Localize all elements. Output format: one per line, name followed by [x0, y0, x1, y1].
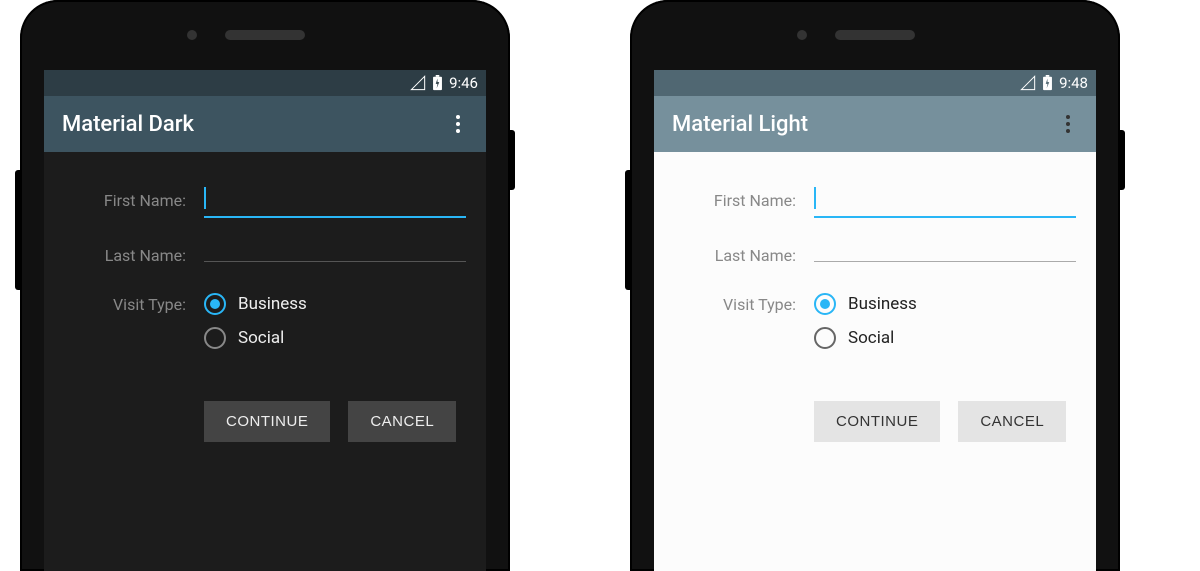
radio-business-label: Business — [238, 294, 307, 314]
visit-type-row: Visit Type: Business Social — [64, 293, 466, 361]
continue-button[interactable]: CONTINUE — [814, 401, 940, 442]
status-bar: 9:46 — [44, 70, 486, 96]
first-name-label: First Name: — [64, 191, 204, 210]
app-bar: Material Light — [654, 96, 1096, 152]
button-row: CONTINUE CANCEL — [674, 401, 1076, 442]
radio-business-label: Business — [848, 294, 917, 314]
first-name-input[interactable] — [814, 182, 1076, 218]
app-title: Material Dark — [62, 112, 194, 137]
last-name-row: Last Name: — [64, 246, 466, 265]
battery-charging-icon — [1042, 75, 1053, 91]
last-name-row: Last Name: — [674, 246, 1076, 265]
app-title: Material Light — [672, 112, 808, 137]
cancel-button[interactable]: CANCEL — [958, 401, 1066, 442]
screen-light: 9:48 Material Light First Name: Last Nam… — [654, 70, 1096, 571]
visit-type-label: Visit Type: — [674, 293, 814, 314]
status-clock: 9:46 — [449, 74, 478, 92]
volume-button — [625, 170, 630, 290]
more-vert-icon[interactable] — [448, 107, 468, 141]
visit-type-radio-group: Business Social — [814, 293, 1076, 361]
radio-social[interactable]: Social — [814, 327, 1076, 349]
radio-unselected-icon — [814, 327, 836, 349]
visit-type-row: Visit Type: Business Social — [674, 293, 1076, 361]
last-name-label: Last Name: — [674, 246, 814, 265]
status-bar: 9:48 — [654, 70, 1096, 96]
signal-icon — [410, 75, 426, 91]
last-name-label: Last Name: — [64, 246, 204, 265]
power-button — [1120, 130, 1125, 190]
power-button — [510, 130, 515, 190]
radio-business[interactable]: Business — [814, 293, 1076, 315]
visit-type-radio-group: Business Social — [204, 293, 466, 361]
radio-social-label: Social — [848, 328, 894, 348]
volume-button — [15, 170, 20, 290]
last-name-input[interactable] — [204, 249, 466, 262]
first-name-row: First Name: — [64, 182, 466, 218]
signal-icon — [1020, 75, 1036, 91]
phone-frame-dark: 9:46 Material Dark First Name: Last Name… — [20, 0, 510, 571]
form-content: First Name: Last Name: Visit Type: Busin… — [654, 152, 1096, 442]
continue-button[interactable]: CONTINUE — [204, 401, 330, 442]
radio-business[interactable]: Business — [204, 293, 466, 315]
more-vert-icon[interactable] — [1058, 107, 1078, 141]
form-content: First Name: Last Name: Visit Type: Busin… — [44, 152, 486, 442]
visit-type-label: Visit Type: — [64, 293, 204, 314]
last-name-input[interactable] — [814, 249, 1076, 262]
first-name-row: First Name: — [674, 182, 1076, 218]
phone-frame-light: 9:48 Material Light First Name: Last Nam… — [630, 0, 1120, 571]
radio-social-label: Social — [238, 328, 284, 348]
first-name-input[interactable] — [204, 182, 466, 218]
radio-social[interactable]: Social — [204, 327, 466, 349]
battery-charging-icon — [432, 75, 443, 91]
button-row: CONTINUE CANCEL — [64, 401, 466, 442]
screen-dark: 9:46 Material Dark First Name: Last Name… — [44, 70, 486, 571]
radio-selected-icon — [204, 293, 226, 315]
radio-selected-icon — [814, 293, 836, 315]
app-bar: Material Dark — [44, 96, 486, 152]
status-clock: 9:48 — [1059, 74, 1088, 92]
radio-unselected-icon — [204, 327, 226, 349]
first-name-label: First Name: — [674, 191, 814, 210]
cancel-button[interactable]: CANCEL — [348, 401, 456, 442]
